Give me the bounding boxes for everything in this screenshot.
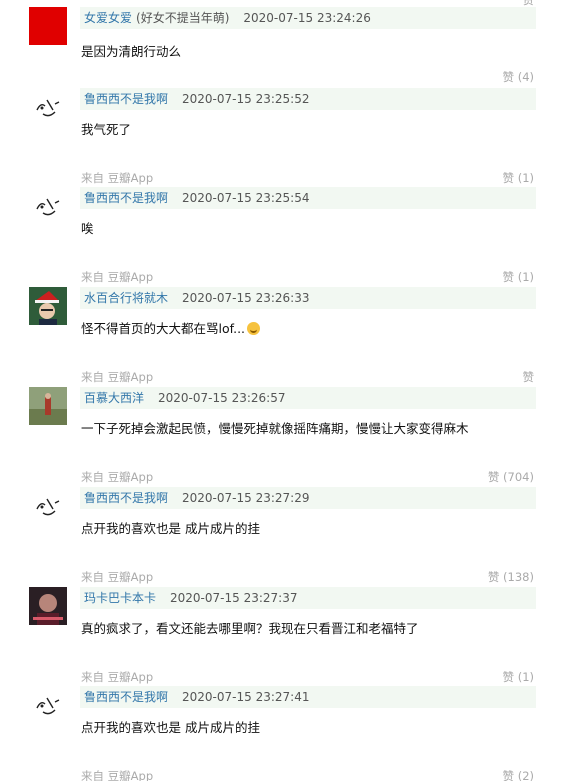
avatar[interactable]	[29, 187, 67, 225]
like-button[interactable]: 赞 (4)	[503, 69, 534, 85]
dark-avatar-icon	[29, 587, 67, 625]
source-label: 来自 豆瓣App	[81, 171, 154, 185]
comment-text: 一下子死掉会激起民愤，慢慢死掉就像摇阵痛期，慢慢让大家变得麻木	[81, 421, 469, 436]
like-button[interactable]: 赞 (1)	[503, 170, 534, 186]
comment-meta: 鲁西西不是我啊 2020-07-15 23:27:41	[80, 686, 536, 708]
christmas-avatar-icon	[29, 287, 67, 325]
like-button[interactable]: 赞 (1)	[503, 669, 534, 685]
avatar[interactable]	[29, 7, 67, 45]
comment-meta: 玛卡巴卡本卡 2020-07-15 23:27:37	[80, 587, 536, 609]
source-label: 来自 豆瓣App	[81, 270, 154, 284]
like-button[interactable]: 赞 (704)	[488, 469, 534, 485]
username-link[interactable]: 鲁西西不是我啊	[80, 92, 168, 106]
timestamp: 2020-07-15 23:27:41	[182, 690, 310, 704]
comment-text-body: 怪不得首页的大大都在骂lof...	[81, 321, 246, 336]
timestamp: 2020-07-15 23:25:54	[182, 191, 310, 205]
field-avatar-icon	[29, 387, 67, 425]
username-link[interactable]: 女爱女爱	[80, 11, 132, 25]
like-button[interactable]: 赞	[523, 369, 535, 385]
comment-meta: 鲁西西不是我啊 2020-07-15 23:25:52	[80, 88, 536, 110]
comment-text: 是因为清朗行动么	[81, 44, 182, 59]
avatar[interactable]	[29, 487, 67, 525]
comment-text: 唉	[81, 221, 94, 236]
like-button[interactable]: 赞 (138)	[488, 569, 534, 585]
comment-text: 点开我的喜欢也是 成片成片的挂	[81, 720, 260, 735]
timestamp: 2020-07-15 23:27:29	[182, 491, 310, 505]
laughing-emoji-icon	[247, 322, 261, 335]
comment-meta: 鲁西西不是我啊 2020-07-15 23:25:54	[80, 187, 536, 209]
comment-meta: 水百合行将就木 2020-07-15 23:26:33	[80, 287, 536, 309]
comment-meta: 鲁西西不是我啊 2020-07-15 23:27:29	[80, 487, 536, 509]
comment-text: 怪不得首页的大大都在骂lof...	[81, 318, 261, 337]
like-button[interactable]: 赞 (1)	[503, 269, 534, 285]
comment-text: 真的疯求了，看文还能去哪里啊？我现在只看晋江和老福特了	[81, 621, 419, 636]
comment-meta: 百慕大西洋 2020-07-15 23:26:57	[80, 387, 536, 409]
user-note: (好女不提当年萌)	[136, 11, 230, 25]
username-link[interactable]: 鲁西西不是我啊	[80, 690, 168, 704]
comment-list: 赞 女爱女爱 (好女不提当年萌) 2020-07-15 23:24:26 是因为清朗…	[0, 0, 579, 781]
like-button[interactable]: 赞 (2)	[503, 768, 534, 781]
avatar[interactable]	[29, 686, 67, 724]
comment-meta: 女爱女爱 (好女不提当年萌) 2020-07-15 23:24:26	[80, 7, 536, 29]
avatar[interactable]	[29, 287, 67, 325]
sketch-avatar-icon	[36, 198, 60, 216]
avatar[interactable]	[29, 587, 67, 625]
username-link[interactable]: 鲁西西不是我啊	[80, 191, 168, 205]
timestamp: 2020-07-15 23:26:57	[158, 391, 286, 405]
username-link[interactable]: 鲁西西不是我啊	[80, 491, 168, 505]
avatar[interactable]	[29, 387, 67, 425]
timestamp: 2020-07-15 23:25:52	[182, 92, 310, 106]
source-label: 来自 豆瓣App	[81, 370, 154, 384]
username-link[interactable]: 水百合行将就木	[80, 291, 168, 305]
timestamp: 2020-07-15 23:27:37	[170, 591, 298, 605]
avatar[interactable]	[29, 88, 67, 126]
timestamp: 2020-07-15 23:24:26	[243, 11, 371, 25]
comment-text: 点开我的喜欢也是 成片成片的挂	[81, 521, 260, 536]
comment-text: 我气死了	[81, 122, 132, 137]
source-label: 来自 豆瓣App	[81, 470, 154, 484]
source-label: 来自 豆瓣App	[81, 670, 154, 684]
timestamp: 2020-07-15 23:26:33	[182, 291, 310, 305]
username-link[interactable]: 玛卡巴卡本卡	[80, 591, 156, 605]
sketch-avatar-icon	[36, 99, 60, 117]
sketch-avatar-icon	[36, 498, 60, 516]
source-label: 来自 豆瓣App	[81, 570, 154, 584]
sketch-avatar-icon	[36, 697, 60, 715]
source-label: 来自 豆瓣App	[81, 769, 154, 781]
username-link[interactable]: 百慕大西洋	[80, 391, 144, 405]
